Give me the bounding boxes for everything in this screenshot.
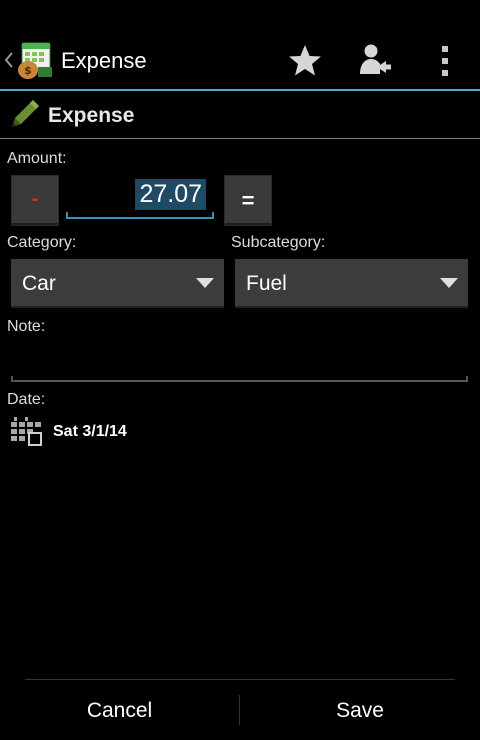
save-button-label: Save [336, 699, 384, 722]
minus-button-label: - [31, 188, 39, 210]
dropdown-arrow-icon [196, 278, 214, 288]
expense-screen: $ Expense Expense Amount: - 27.07 = Cate… [0, 0, 480, 740]
section-header: Expense [0, 92, 480, 138]
star-icon[interactable] [286, 42, 324, 80]
equals-button[interactable]: = [224, 175, 272, 226]
date-label: Date: [7, 391, 46, 408]
minus-button[interactable]: - [11, 175, 59, 226]
status-bar [0, 0, 480, 30]
dropdown-arrow-icon [440, 278, 458, 288]
category-label: Category: [7, 234, 77, 251]
note-underline-tick-right [466, 376, 468, 382]
category-value: Car [22, 272, 56, 295]
note-underline [11, 380, 468, 382]
back-chevron-icon[interactable] [4, 51, 14, 69]
equals-button-label: = [241, 188, 255, 213]
subcategory-spinner[interactable]: Fuel [235, 259, 468, 308]
amount-underline [66, 217, 214, 219]
subcategory-value: Fuel [246, 272, 287, 295]
svg-text:$: $ [24, 64, 32, 77]
note-input[interactable] [11, 340, 468, 382]
note-underline-tick-left [11, 376, 13, 382]
section-title: Expense [48, 104, 135, 127]
amount-underline-tick-right [212, 212, 214, 219]
category-spinner[interactable]: Car [11, 259, 224, 308]
action-bar: $ Expense [0, 30, 480, 90]
date-value: Sat 3/1/14 [53, 423, 127, 440]
cancel-button-label: Cancel [86, 699, 153, 722]
save-button[interactable]: Save [240, 680, 480, 740]
pencil-icon [12, 100, 39, 127]
subcategory-label: Subcategory: [231, 234, 326, 251]
amount-underline-tick-left [66, 212, 68, 219]
section-divider [0, 138, 480, 139]
actionbar-divider [0, 89, 480, 91]
date-picker[interactable]: Sat 3/1/14 [11, 417, 211, 447]
amount-label: Amount: [7, 150, 67, 167]
overflow-menu-icon[interactable] [430, 44, 460, 78]
amount-value: 27.07 [135, 179, 206, 210]
amount-input[interactable]: 27.07 [66, 175, 214, 219]
calendar-icon [11, 417, 42, 446]
person-icon[interactable] [356, 42, 394, 80]
app-icon[interactable]: $ [14, 40, 54, 80]
cancel-button[interactable]: Cancel [0, 680, 239, 740]
note-label: Note: [7, 318, 46, 335]
app-title: Expense [61, 48, 147, 73]
